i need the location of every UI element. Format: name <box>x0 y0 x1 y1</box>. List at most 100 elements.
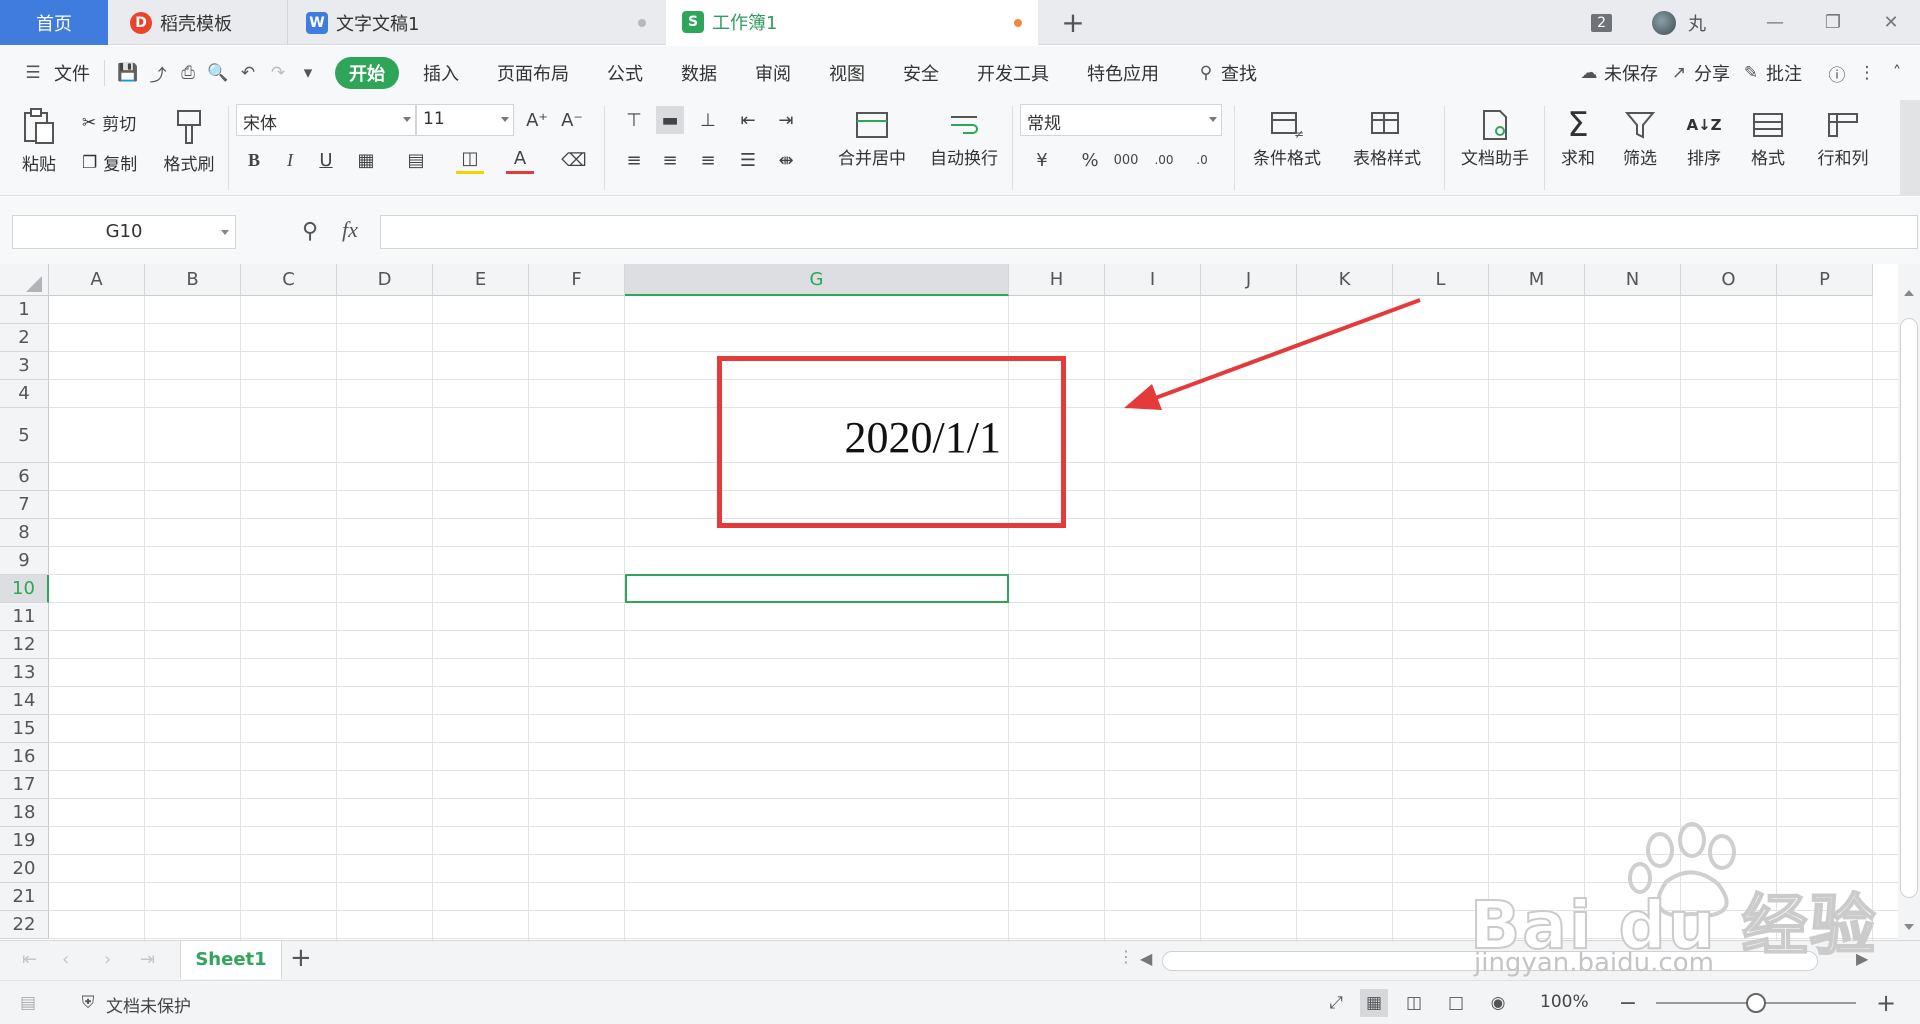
number-format-select[interactable]: 常规 <box>1020 104 1222 136</box>
last-sheet-icon[interactable]: ⇥ <box>140 949 155 970</box>
sort-button[interactable]: A↓Z 排序 <box>1678 106 1730 169</box>
ribbon-tab-data[interactable]: 数据 <box>675 60 723 86</box>
hscroll-split-icon[interactable]: ⋮ <box>1118 947 1134 966</box>
menu-file[interactable]: 文件 <box>48 60 96 86</box>
eye-protection-icon[interactable]: ◉ <box>1484 989 1512 1017</box>
percent-icon[interactable]: % <box>1076 146 1104 174</box>
clear-format-icon[interactable]: ⌫ <box>560 146 588 174</box>
justify-icon[interactable]: ☰ <box>734 146 762 174</box>
align-center-icon[interactable]: ≡ <box>656 146 684 174</box>
tab-docer-templates[interactable]: D 稻壳模板 <box>112 0 282 45</box>
next-sheet-icon[interactable]: › <box>104 949 111 970</box>
normal-view-icon[interactable]: ▦ <box>1360 989 1388 1017</box>
wrap-text-button[interactable]: 自动换行 <box>922 106 1006 169</box>
decrease-indent-icon[interactable]: ⇤ <box>734 106 762 134</box>
page-break-view-icon[interactable]: □ <box>1442 989 1470 1017</box>
help-icon[interactable]: ⓘ <box>1822 58 1852 88</box>
share-button[interactable]: 分享 <box>1694 60 1736 86</box>
name-box-dropdown-icon[interactable] <box>221 230 229 235</box>
merge-center-button[interactable]: 合并居中 <box>822 106 922 169</box>
border-icon[interactable]: ▦ <box>352 146 380 174</box>
underline-icon[interactable]: U <box>312 146 340 174</box>
name-box[interactable]: G10 <box>12 215 236 249</box>
scroll-up-icon[interactable] <box>1904 290 1914 296</box>
share-icon[interactable]: ↗ <box>1664 58 1694 88</box>
vertical-scroll-thumb[interactable] <box>1900 318 1918 898</box>
new-tab-button[interactable]: + <box>1060 5 1086 39</box>
table-style-button[interactable]: 表格样式 <box>1342 106 1432 169</box>
bold-icon[interactable]: B <box>240 146 268 174</box>
collapse-ribbon-icon[interactable]: ˄ <box>1882 58 1912 88</box>
scroll-right-icon[interactable]: ▶ <box>1856 949 1868 968</box>
increase-indent-icon[interactable]: ⇥ <box>772 106 800 134</box>
first-sheet-icon[interactable]: ⇤ <box>22 949 37 970</box>
ribbon-tab-security[interactable]: 安全 <box>897 60 945 86</box>
zoom-slider-thumb[interactable] <box>1746 993 1766 1013</box>
cloud-icon[interactable]: ☁ <box>1574 58 1604 88</box>
fullscreen-icon[interactable]: ⤢ <box>1322 989 1350 1017</box>
macro-record-icon[interactable]: ▤ <box>14 989 42 1017</box>
page-layout-view-icon[interactable]: ◫ <box>1400 989 1428 1017</box>
sum-button[interactable]: Σ 求和 <box>1552 105 1604 169</box>
increase-decimal-icon[interactable]: .00 <box>1150 146 1178 174</box>
unsaved-status[interactable]: 未保存 <box>1604 60 1664 86</box>
print-icon[interactable]: ⎙ <box>173 58 203 88</box>
zoom-level[interactable]: 100% <box>1540 992 1589 1012</box>
save-icon[interactable]: 💾 <box>113 58 143 88</box>
fill-color-icon[interactable]: ◫ <box>456 146 484 174</box>
ribbon-tab-special[interactable]: 特色应用 <box>1081 60 1165 86</box>
hamburger-menu-icon[interactable]: ☰ <box>18 58 48 88</box>
zoom-formula-icon[interactable]: ⚲ <box>302 219 318 244</box>
align-right-icon[interactable]: ≡ <box>694 146 722 174</box>
ribbon-tab-review[interactable]: 审阅 <box>749 60 797 86</box>
prev-sheet-icon[interactable]: ‹ <box>62 949 69 970</box>
scroll-down-icon[interactable] <box>1904 924 1914 930</box>
zoom-out-icon[interactable]: − <box>1614 989 1642 1017</box>
ribbon-tab-view[interactable]: 视图 <box>823 60 871 86</box>
protection-status[interactable]: 文档未保护 <box>106 992 191 1017</box>
currency-icon[interactable]: ¥ <box>1028 146 1056 174</box>
align-bottom-icon[interactable]: ⊥ <box>694 106 722 134</box>
close-icon[interactable]: ✕ <box>1862 12 1920 33</box>
font-name-select[interactable]: 宋体 <box>236 104 416 136</box>
cell-style-icon[interactable]: ▤ <box>402 146 430 174</box>
more-options-icon[interactable]: ⋮ <box>1852 58 1882 88</box>
unsaved-dot-icon[interactable] <box>1014 19 1022 27</box>
increase-font-icon[interactable]: A⁺ <box>523 106 551 134</box>
ribbon-tab-developer[interactable]: 开发工具 <box>971 60 1055 86</box>
minimize-icon[interactable]: — <box>1746 12 1804 33</box>
align-middle-icon[interactable]: ▬ <box>656 106 684 134</box>
format-painter-button[interactable]: 格式刷 <box>160 104 218 175</box>
thousands-separator-icon[interactable]: 000 <box>1112 146 1140 174</box>
sheet-tab-sheet1[interactable]: Sheet1 <box>180 941 282 979</box>
zoom-in-icon[interactable]: + <box>1872 989 1900 1017</box>
cut-button[interactable]: ✂ 剪切 <box>82 110 136 136</box>
redo-icon[interactable]: ↷ <box>263 58 293 88</box>
horizontal-scroll-thumb[interactable] <box>1162 951 1818 971</box>
decrease-decimal-icon[interactable]: .0 <box>1188 146 1216 174</box>
tab-writer-document[interactable]: W 文字文稿1 <box>287 0 662 45</box>
row-col-button[interactable]: 行和列 <box>1808 106 1878 169</box>
comment-icon[interactable]: ✎ <box>1736 58 1766 88</box>
font-size-select[interactable]: 11 <box>416 104 514 136</box>
align-top-icon[interactable]: ⊤ <box>620 106 648 134</box>
decrease-font-icon[interactable]: A⁻ <box>558 106 586 134</box>
ribbon-tab-formulas[interactable]: 公式 <box>601 60 649 86</box>
ribbon-tab-start[interactable]: 开始 <box>335 57 399 89</box>
export-icon[interactable]: ⤴ <box>143 58 173 88</box>
tab-workbook[interactable]: S 工作簿1 <box>666 0 1038 46</box>
tab-home[interactable]: 首页 <box>0 0 108 45</box>
quick-access-dropdown-icon[interactable]: ▾ <box>293 58 323 88</box>
window-count-badge[interactable]: 2 <box>1591 13 1612 32</box>
paste-button[interactable]: 粘贴 <box>14 104 64 175</box>
undo-icon[interactable]: ↶ <box>233 58 263 88</box>
doc-assistant-button[interactable]: 文档助手 <box>1456 106 1534 169</box>
italic-icon[interactable]: I <box>276 146 304 174</box>
font-color-icon[interactable]: A <box>506 146 534 174</box>
add-sheet-button[interactable]: + <box>290 943 312 973</box>
comment-button[interactable]: 批注 <box>1766 60 1808 86</box>
conditional-format-button[interactable]: ≠ 条件格式 <box>1242 106 1332 169</box>
filter-button[interactable]: 筛选 <box>1614 106 1666 169</box>
menu-search[interactable]: 查找 <box>1221 60 1263 86</box>
scroll-left-icon[interactable]: ◀ <box>1140 949 1152 968</box>
